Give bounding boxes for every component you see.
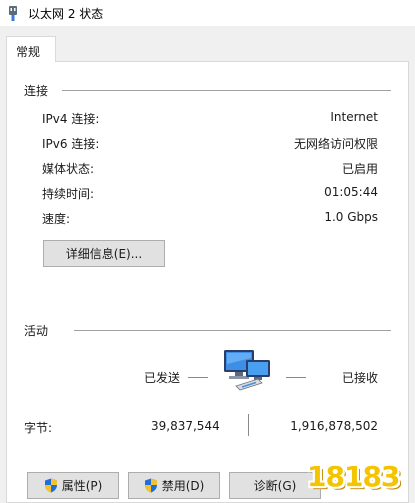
disable-label: 禁用(D) (161, 479, 205, 493)
sent-dash (188, 377, 208, 378)
received-label: 已接收 (342, 371, 379, 385)
window-body: 常规 连接 IPv4 连接: Internet IPv6 连接: 无网络访问权限… (0, 26, 415, 503)
tab-general[interactable]: 常规 (6, 36, 56, 62)
details-button[interactable]: 详细信息(E)... (43, 240, 165, 267)
ipv4-label: IPv4 连接: (42, 112, 100, 126)
bytes-label: 字节: (24, 421, 53, 435)
connection-section-title: 连接 (24, 84, 49, 98)
connection-divider (62, 90, 391, 91)
disable-button[interactable]: 禁用(D) (128, 472, 220, 499)
window-title: 以太网 2 状态 (28, 7, 104, 21)
sent-label: 已发送 (144, 371, 181, 385)
activity-section-title: 活动 (24, 324, 49, 338)
bytes-sent-value: 39,837,544 (151, 419, 220, 433)
ipv6-value: 无网络访问权限 (293, 137, 378, 151)
tab-general-label: 常规 (16, 45, 41, 59)
uac-shield-icon (44, 478, 57, 493)
duration-value: 01:05:44 (324, 185, 378, 199)
properties-button[interactable]: 属性(P) (27, 472, 119, 499)
properties-label: 属性(P) (61, 479, 103, 493)
ethernet-plug-icon (9, 6, 17, 21)
ipv4-value: Internet (330, 110, 378, 124)
duration-label: 持续时间: (42, 187, 95, 201)
title-bar: 以太网 2 状态 (0, 0, 415, 26)
media-state-label: 媒体状态: (42, 162, 95, 176)
network-computers-icon (224, 350, 270, 391)
watermark-logo: 18183 (307, 460, 400, 493)
speed-label: 速度: (42, 212, 71, 226)
uac-shield-icon (144, 478, 157, 493)
received-dash (286, 377, 306, 378)
speed-value: 1.0 Gbps (324, 210, 378, 224)
media-state-value: 已启用 (341, 162, 378, 176)
activity-divider (74, 330, 391, 331)
ipv6-label: IPv6 连接: (42, 137, 100, 151)
bytes-received-value: 1,916,878,502 (290, 419, 378, 433)
general-panel: 连接 IPv4 连接: Internet IPv6 连接: 无网络访问权限 媒体… (6, 61, 409, 503)
bytes-divider (248, 414, 249, 436)
